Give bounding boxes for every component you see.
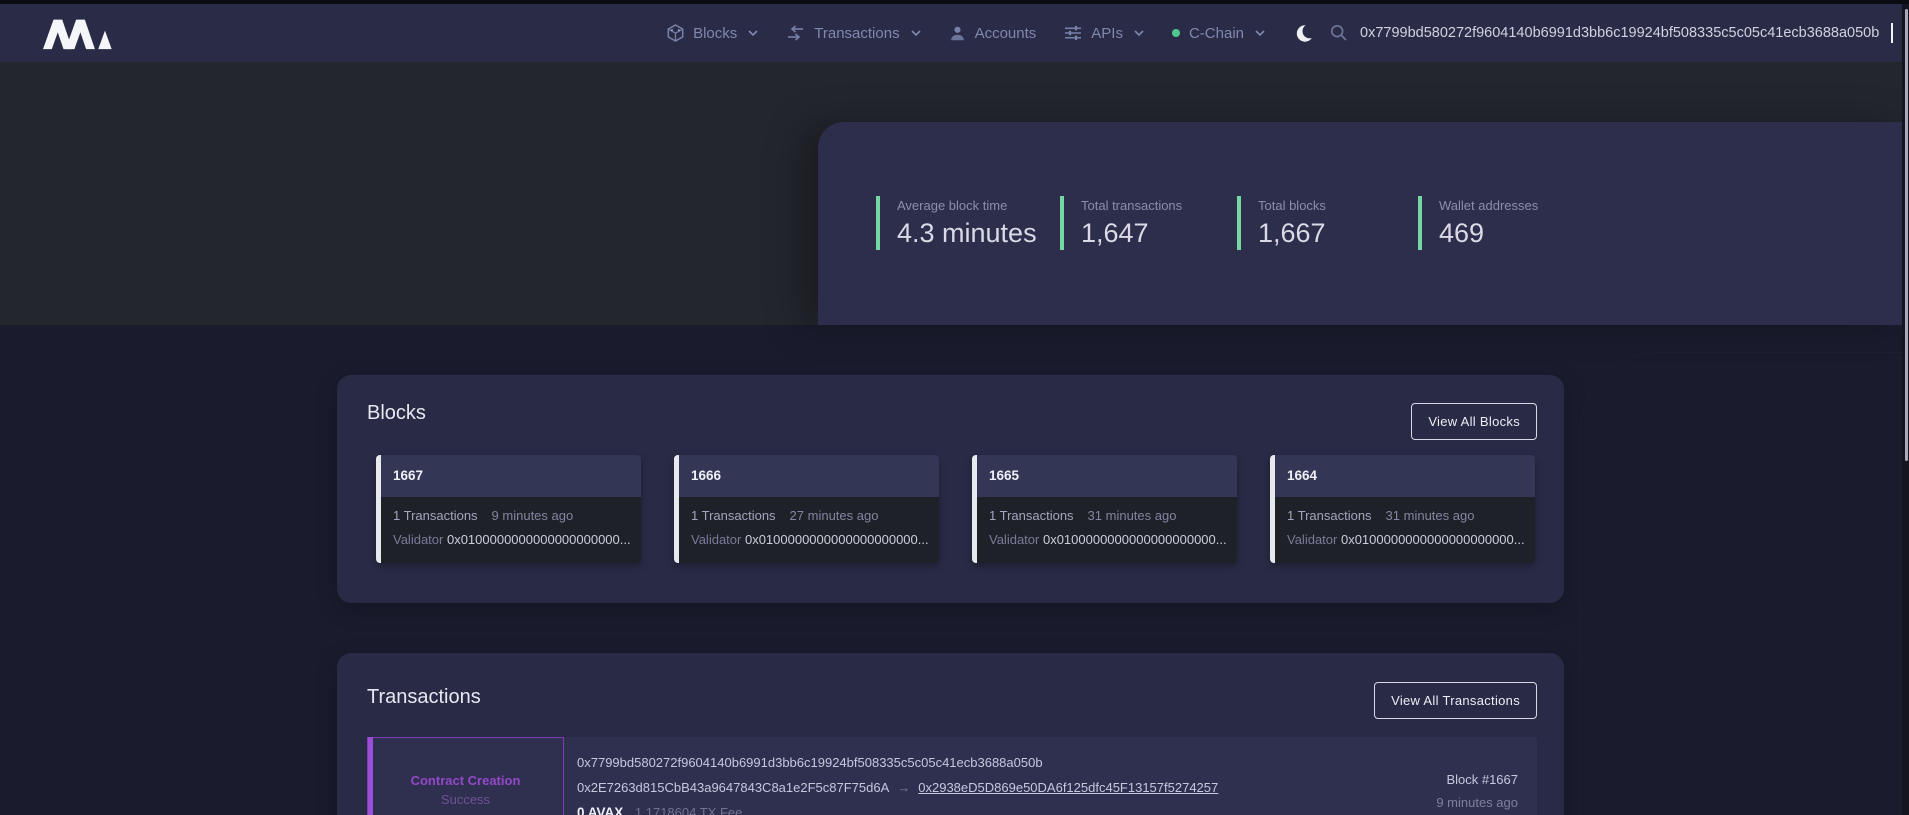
nav-item-blocks[interactable]: Blocks — [667, 24, 758, 42]
search-icon — [1330, 24, 1348, 42]
card-accent-bar — [674, 455, 679, 563]
block-number: 1666 — [674, 455, 939, 497]
stat-average-block-time: Average block time 4.3 minutes — [876, 196, 1037, 250]
validator-address: 0x0100000000000000000000... — [1341, 532, 1525, 547]
nav-item-accounts[interactable]: Accounts — [949, 25, 1037, 42]
stat-value: 469 — [1439, 218, 1538, 249]
dark-mode-toggle[interactable] — [1295, 23, 1316, 44]
block-number: 1664 — [1270, 455, 1535, 497]
nav-item-label: Accounts — [975, 25, 1037, 42]
blocks-panel-title: Blocks — [367, 402, 426, 425]
chevron-down-icon — [1255, 30, 1265, 36]
chain-status-dot — [1172, 29, 1180, 37]
stat-value: 1,667 — [1258, 218, 1326, 249]
chevron-down-icon — [1134, 30, 1144, 36]
chevron-down-icon — [911, 30, 921, 36]
block-card-1665[interactable]: 1665 1 Transactions 31 minutes ago Valid… — [972, 455, 1237, 563]
stat-total-blocks: Total blocks 1,667 — [1237, 196, 1326, 250]
user-icon — [949, 25, 966, 42]
block-reference-link[interactable]: Block #1667 — [1436, 772, 1518, 787]
moon-icon — [1295, 23, 1316, 44]
validator-label: Validator — [1287, 532, 1337, 547]
validator-address: 0x0100000000000000000000... — [1043, 532, 1227, 547]
navbar: Blocks Transactions — [0, 4, 1909, 62]
block-number: 1667 — [376, 455, 641, 497]
block-tx-count: 1 Transactions — [393, 508, 478, 523]
block-card-1667[interactable]: 1667 1 Transactions 9 minutes ago Valida… — [376, 455, 641, 563]
transaction-meta: Block #1667 9 minutes ago — [1436, 772, 1518, 810]
arrow-right-icon: → — [897, 780, 910, 795]
nav-menu: Blocks Transactions — [667, 4, 1316, 62]
hero-section: Average block time 4.3 minutes Total tra… — [0, 62, 1909, 325]
validator-label: Validator — [989, 532, 1039, 547]
stat-label: Total blocks — [1258, 198, 1326, 213]
stat-total-transactions: Total transactions 1,647 — [1060, 196, 1182, 250]
block-time-ago: 9 minutes ago — [492, 508, 574, 523]
transaction-type: Contract Creation — [411, 773, 521, 788]
block-tx-count: 1 Transactions — [989, 508, 1074, 523]
block-tx-count: 1 Transactions — [1287, 508, 1372, 523]
block-card-1664[interactable]: 1664 1 Transactions 31 minutes ago Valid… — [1270, 455, 1535, 563]
transaction-accent-bar — [368, 737, 373, 815]
cube-icon — [667, 24, 684, 42]
transactions-panel: Transactions View All Transactions Contr… — [337, 653, 1564, 815]
validator-label: Validator — [393, 532, 443, 547]
swap-arrows-icon — [786, 25, 805, 41]
transaction-fee: 1.1718604 TX Fee — [635, 805, 742, 815]
block-time-ago: 31 minutes ago — [1386, 508, 1475, 523]
stat-value: 1,647 — [1081, 218, 1182, 249]
blocks-panel: Blocks View All Blocks 1667 1 Transactio… — [337, 375, 1564, 603]
block-time-ago: 31 minutes ago — [1088, 508, 1177, 523]
transaction-type-box: Contract Creation Success — [367, 737, 564, 815]
transaction-status: Success — [441, 792, 490, 807]
validator-address: 0x0100000000000000000000... — [745, 532, 929, 547]
nav-item-label: Transactions — [814, 25, 899, 42]
block-card-1666[interactable]: 1666 1 Transactions 27 minutes ago Valid… — [674, 455, 939, 563]
avalanche-logo[interactable] — [43, 17, 115, 51]
transaction-amount: 0 AVAX — [577, 805, 623, 815]
from-address: 0x2E7263d815CbB43a9647843C8a1e2F5c87F75d… — [577, 780, 889, 795]
background-decor-shape — [1580, 352, 1909, 815]
text-cursor — [1891, 23, 1893, 43]
scrollbar-thumb[interactable] — [1905, 9, 1908, 461]
block-cards-row: 1667 1 Transactions 9 minutes ago Valida… — [376, 455, 1535, 563]
nav-item-label: Blocks — [693, 25, 737, 42]
block-time-ago: 27 minutes ago — [790, 508, 879, 523]
view-all-transactions-button[interactable]: View All Transactions — [1374, 682, 1537, 719]
nav-item-c-chain[interactable]: C-Chain — [1172, 25, 1265, 42]
nav-item-label: APIs — [1091, 25, 1123, 42]
to-address-link[interactable]: 0x2938eD5D869e50DA6f125dfc45F13157f52742… — [918, 780, 1218, 795]
stat-label: Wallet addresses — [1439, 198, 1538, 213]
explorer-page: Blocks Transactions — [0, 0, 1909, 815]
transaction-time-ago: 9 minutes ago — [1436, 795, 1518, 810]
validator-address: 0x0100000000000000000000... — [447, 532, 631, 547]
transaction-row[interactable]: Contract Creation Success 0x7799bd580272… — [367, 737, 1537, 815]
stat-label: Total transactions — [1081, 198, 1182, 213]
nav-item-transactions[interactable]: Transactions — [786, 25, 920, 42]
nav-item-apis[interactable]: APIs — [1064, 25, 1144, 42]
card-accent-bar — [376, 455, 381, 563]
nav-item-label: C-Chain — [1189, 25, 1244, 42]
search-value: 0x7799bd580272f9604140b6991d3bb6c19924bf… — [1360, 25, 1879, 41]
block-tx-count: 1 Transactions — [691, 508, 776, 523]
transaction-hash[interactable]: 0x7799bd580272f9604140b6991d3bb6c19924bf… — [577, 755, 1043, 770]
block-number: 1665 — [972, 455, 1237, 497]
scrollbar-track[interactable] — [1902, 4, 1909, 815]
chevron-down-icon — [748, 30, 758, 36]
stat-label: Average block time — [897, 198, 1037, 213]
view-all-blocks-button[interactable]: View All Blocks — [1411, 403, 1537, 440]
stat-wallet-addresses: Wallet addresses 469 — [1418, 196, 1538, 250]
search-input[interactable]: 0x7799bd580272f9604140b6991d3bb6c19924bf… — [1330, 4, 1893, 62]
stats-panel: Average block time 4.3 minutes Total tra… — [818, 122, 1909, 325]
validator-label: Validator — [691, 532, 741, 547]
card-accent-bar — [1270, 455, 1275, 563]
card-accent-bar — [972, 455, 977, 563]
transactions-panel-title: Transactions — [367, 686, 481, 709]
sliders-icon — [1064, 25, 1082, 41]
stat-value: 4.3 minutes — [897, 218, 1037, 249]
